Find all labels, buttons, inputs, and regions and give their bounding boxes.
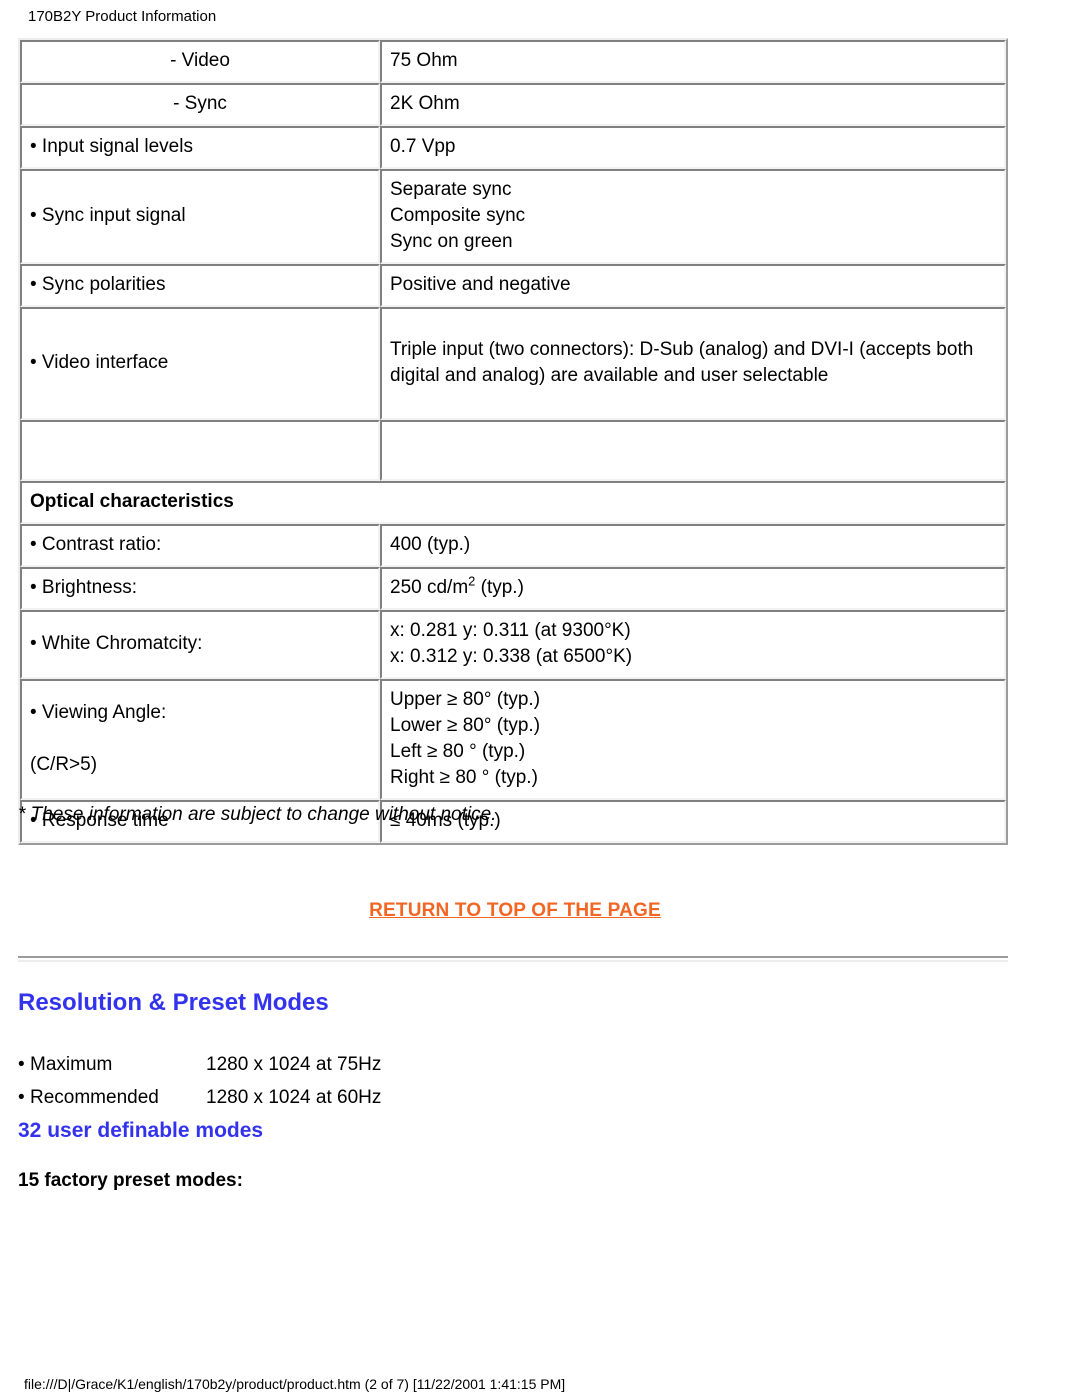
spec-label-cell: • Video interface: [20, 307, 380, 420]
spec-label-cell: - Video: [20, 40, 380, 83]
user-definable-modes-heading: 32 user definable modes: [18, 1119, 264, 1142]
table-row: • Contrast ratio: 400 (typ.): [20, 524, 1006, 567]
spec-label-cell: - Sync: [20, 83, 380, 126]
spec-value-cell: Triple input (two connectors): D-Sub (an…: [380, 307, 1006, 420]
spec-label-cell: • Viewing Angle: (C/R>5): [20, 679, 380, 800]
list-item: • Recommended 1280 x 1024 at 60Hz: [18, 1081, 381, 1114]
resolution-modes-list: • Maximum 1280 x 1024 at 75Hz • Recommended…: [18, 1048, 381, 1114]
table-row: - Sync 2K Ohm: [20, 83, 1006, 126]
spec-value-cell: x: 0.281 y: 0.311 (at 9300°K) x: 0.312 y…: [380, 610, 1006, 679]
spec-value-cell-brightness: 250 cd/m2 (typ.): [380, 567, 1006, 610]
table-row: • Input signal levels 0.7 Vpp: [20, 126, 1006, 169]
mode-value: 1280 x 1024 at 60Hz: [206, 1087, 382, 1108]
mode-name: Maximum: [30, 1054, 113, 1075]
table-row: • Viewing Angle: (C/R>5) Upper ≥ 80° (ty…: [20, 679, 1006, 800]
table-row-spacer: [20, 420, 1006, 481]
spec-value-cell: Separate sync Composite sync Sync on gre…: [380, 169, 1006, 264]
return-to-top-container: RETURN TO TOP OF THE PAGE: [0, 900, 1030, 922]
table-section-row: Optical characteristics: [20, 481, 1006, 524]
spec-label-cell: • White Chromatcity:: [20, 610, 380, 679]
specifications-table: - Video 75 Ohm - Sync 2K Ohm • Input sig…: [18, 38, 1008, 845]
horizontal-divider: [18, 956, 1008, 962]
spec-label-cell: • Sync input signal: [20, 169, 380, 264]
spec-label-cell: • Brightness:: [20, 567, 380, 610]
spec-label-cell-empty: [20, 420, 380, 481]
table-row: • White Chromatcity: x: 0.281 y: 0.311 (…: [20, 610, 1006, 679]
main-content: - Video 75 Ohm - Sync 2K Ohm • Input sig…: [18, 38, 1008, 845]
table-row: • Sync polarities Positive and negative: [20, 264, 1006, 307]
spec-value-cell: 400 (typ.): [380, 524, 1006, 567]
spec-value-cell-empty: [380, 420, 1006, 481]
spec-value-cell: 2K Ohm: [380, 83, 1006, 126]
bullet-marker: •: [18, 1054, 25, 1075]
table-row: • Video interface Triple input (two conn…: [20, 307, 1006, 420]
spec-value-cell: Upper ≥ 80° (typ.) Lower ≥ 80° (typ.) Le…: [380, 679, 1006, 800]
page-header-title: 170B2Y Product Information: [28, 8, 217, 25]
spec-label-cell: • Input signal levels: [20, 126, 380, 169]
page-title-resolution-preset-modes: Resolution & Preset Modes: [18, 989, 329, 1016]
bullet-marker: •: [18, 1087, 25, 1108]
specifications-table-body: - Video 75 Ohm - Sync 2K Ohm • Input sig…: [20, 40, 1006, 843]
section-heading-optical-characteristics: Optical characteristics: [20, 481, 1006, 524]
table-row: • Sync input signal Separate sync Compos…: [20, 169, 1006, 264]
spec-label-cell: • Sync polarities: [20, 264, 380, 307]
footer-file-path: file:///D|/Grace/K1/english/170b2y/produ…: [24, 1376, 566, 1392]
mode-value: 1280 x 1024 at 75Hz: [206, 1054, 382, 1075]
spec-value-cell: Positive and negative: [380, 264, 1006, 307]
list-item: • Maximum 1280 x 1024 at 75Hz: [18, 1048, 381, 1081]
factory-preset-modes-label: 15 factory preset modes:: [18, 1170, 243, 1191]
spec-value-cell: 75 Ohm: [380, 40, 1006, 83]
mode-name: Recommended: [30, 1087, 159, 1108]
table-row: • Brightness: 250 cd/m2 (typ.): [20, 567, 1006, 610]
return-to-top-link[interactable]: RETURN TO TOP OF THE PAGE: [369, 900, 661, 921]
table-row: - Video 75 Ohm: [20, 40, 1006, 83]
spec-value-cell: 0.7 Vpp: [380, 126, 1006, 169]
change-notice-text: * These information are subject to chang…: [18, 804, 497, 825]
spec-label-cell: • Contrast ratio:: [20, 524, 380, 567]
